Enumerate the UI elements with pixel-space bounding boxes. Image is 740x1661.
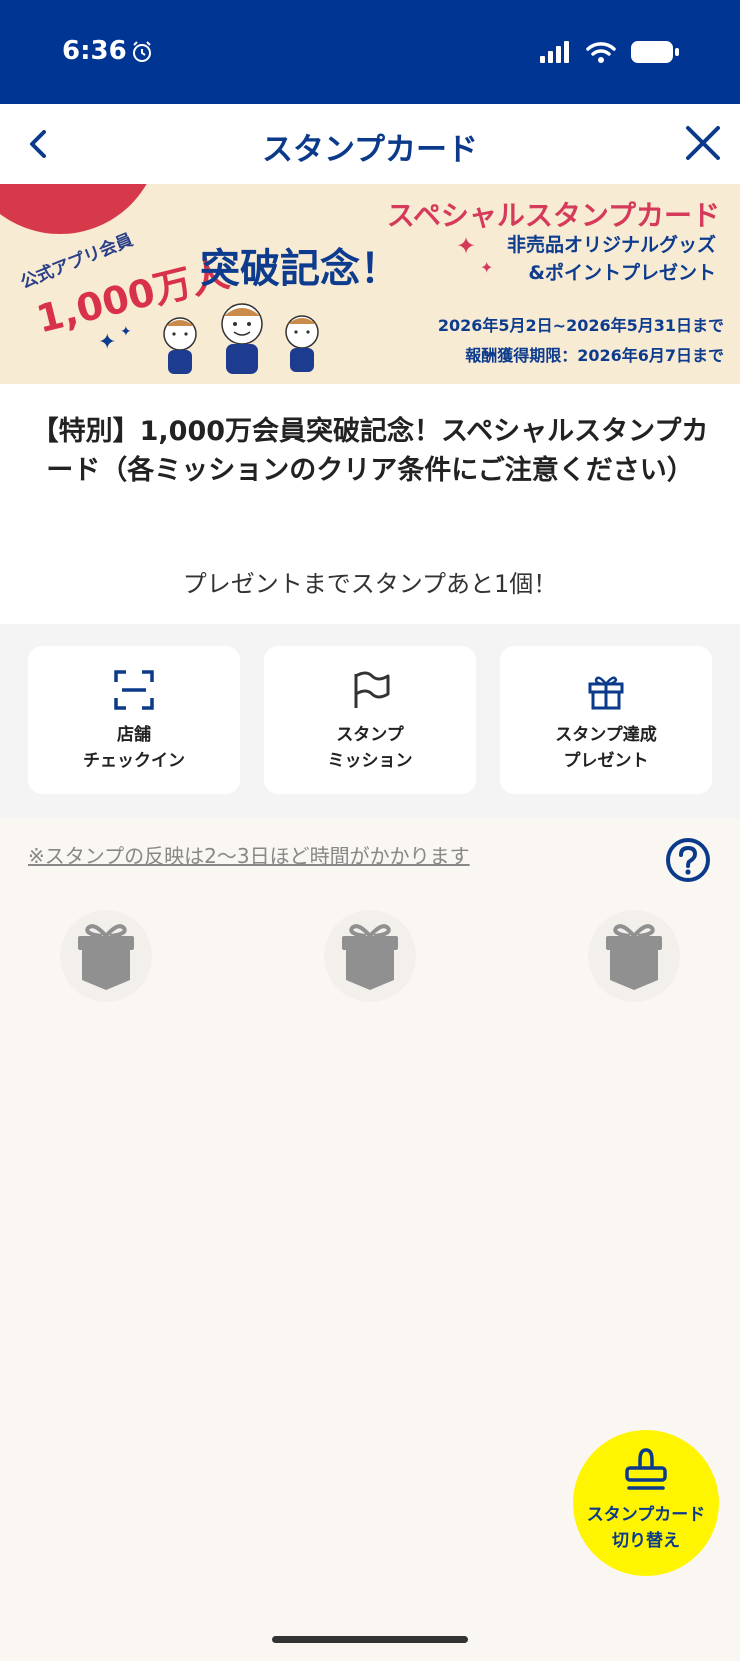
- action-bar: 店舗 チェックイン スタンプ ミッション スタンプ達成 プレゼント: [0, 624, 740, 818]
- sparkle-icon: ✦: [456, 232, 477, 260]
- card-title: 【特別】1,000万会員突破記念！スペシャルスタンプカード（各ミッションのクリア…: [31, 416, 709, 486]
- sparkle-icon: ✦: [120, 324, 132, 340]
- gift-icon: [78, 924, 134, 990]
- mascot-icon: [163, 303, 319, 374]
- action-label: 店舗 チェックイン: [83, 725, 185, 771]
- gift-icon: [606, 924, 662, 990]
- status-indicators: [540, 40, 680, 64]
- stamp-present-button[interactable]: スタンプ達成 プレゼント: [500, 646, 712, 794]
- store-checkin-button[interactable]: 店舗 チェックイン: [28, 646, 240, 794]
- stamp-slot: [588, 910, 680, 1002]
- reflection-notice-link[interactable]: ※スタンプの反映は2〜3日ほど時間がかかります: [28, 840, 470, 869]
- wifi-icon: [586, 42, 616, 63]
- status-time: 6:36: [62, 36, 127, 66]
- fab-label: スタンプカード 切り替え: [586, 1505, 706, 1551]
- banner-period: 2026年5月2日~2026年5月31日まで: [437, 316, 724, 335]
- card-info: 【特別】1,000万会員突破記念！スペシャルスタンプカード（各ミッションのクリア…: [0, 384, 740, 624]
- qr-scan-icon: [114, 670, 154, 710]
- banner-kinen: 突破記念！: [200, 246, 400, 292]
- home-indicator[interactable]: [272, 1636, 468, 1643]
- banner-goods-line1: 非売品オリジナルグッズ: [506, 234, 716, 256]
- stamp-slot: [324, 910, 416, 1002]
- banner-reward-deadline: 報酬獲得期限：2026年6月7日まで: [465, 346, 724, 365]
- banner-goods-line2: &ポイントプレゼント: [528, 262, 716, 284]
- stamp-mission-button[interactable]: スタンプ ミッション: [264, 646, 476, 794]
- gift-icon: [588, 676, 624, 710]
- help-icon[interactable]: [664, 836, 712, 884]
- campaign-banner: 公式アプリ会員 1,000万人 突破記念！ スペシャルスタンプカード ✦ ✦ ✦…: [0, 184, 740, 384]
- stamp-icon: [625, 1448, 667, 1490]
- action-label: スタンプ ミッション: [327, 725, 413, 771]
- switch-stamp-card-button[interactable]: スタンプカード 切り替え: [573, 1430, 719, 1576]
- stamp-slot: [60, 910, 152, 1002]
- close-icon[interactable]: [678, 118, 728, 168]
- sparkle-icon: ✦: [480, 258, 494, 277]
- action-label: スタンプ達成 プレゼント: [555, 725, 657, 771]
- battery-icon: [631, 41, 679, 63]
- stamps-remaining: プレゼントまでスタンプあと1個！: [182, 570, 558, 598]
- banner-decoration: [0, 184, 160, 234]
- page-title: スタンプカード: [261, 132, 479, 168]
- nav-bar: スタンプカード: [0, 104, 740, 184]
- gift-icon: [342, 924, 398, 990]
- flag-icon: [354, 671, 390, 708]
- sparkle-icon: ✦: [98, 330, 117, 355]
- status-bar: 6:36: [0, 0, 740, 104]
- alarm-icon: [133, 41, 151, 62]
- banner-special-title: スペシャルスタンプカード: [386, 199, 720, 232]
- signal-icon: [540, 41, 569, 63]
